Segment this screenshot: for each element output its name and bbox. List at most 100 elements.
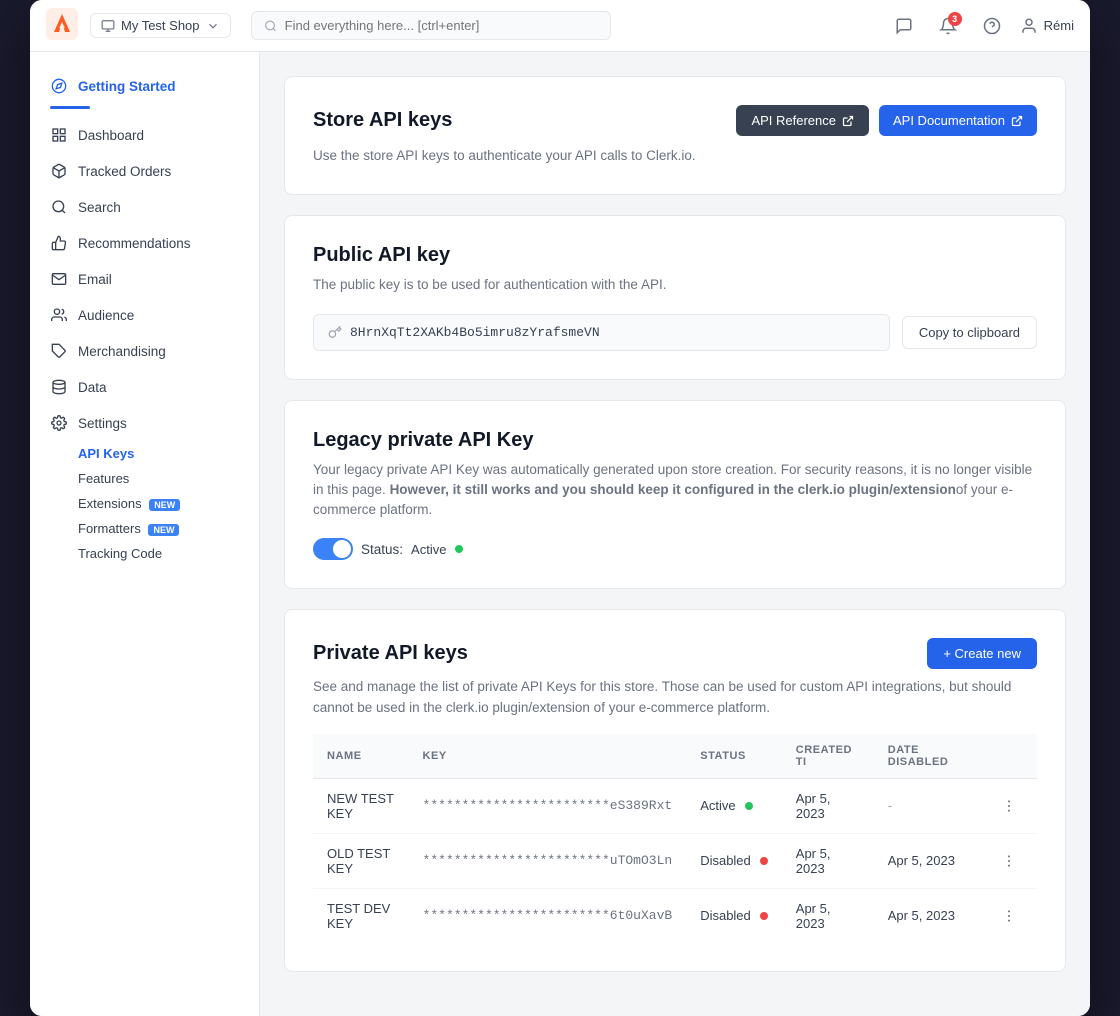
key-created-cell: Apr 5, 2023 [782,888,874,943]
sidebar-sub-label-features: Features [78,471,129,486]
key-name-cell: NEW TEST KEY [313,778,409,833]
topbar: My Test Shop 3 [30,0,1090,52]
sidebar-item-audience[interactable]: Audience [30,297,259,333]
main-layout: Getting Started Dashboard T [30,52,1090,1016]
grid-icon [50,126,68,144]
key-created-cell: Apr 5, 2023 [782,778,874,833]
store-name: My Test Shop [121,18,200,33]
status-toggle[interactable] [313,538,353,560]
sidebar-sub-label-formatters: Formatters [78,521,141,536]
settings-icon [50,414,68,432]
legacy-api-key-card: Legacy private API Key Your legacy priva… [284,400,1066,590]
status-badge: Disabled [700,853,768,868]
key-name-cell: TEST DEV KEY [313,888,409,943]
sidebar-sub-tracking-code[interactable]: Tracking Code [30,541,259,566]
sidebar-sub-extensions[interactable]: Extensions NEW [30,491,259,516]
status-dot [760,912,768,920]
sidebar-item-getting-started[interactable]: Getting Started [30,68,259,104]
private-api-keys-desc: See and manage the list of private API K… [313,677,1037,718]
key-date-disabled-cell: Apr 5, 2023 [874,888,981,943]
more-options-button[interactable] [995,902,1023,930]
search-input[interactable] [285,18,598,33]
sidebar-item-data[interactable]: Data [30,369,259,405]
copy-to-clipboard-button[interactable]: Copy to clipboard [902,316,1037,349]
public-api-key-title: Public API key [313,244,1037,267]
key-status-cell: Disabled [686,888,782,943]
more-options-button[interactable] [995,847,1023,875]
app-window: My Test Shop 3 [30,0,1090,1016]
key-more-cell [981,888,1037,943]
table-row: TEST DEV KEY ************************6t0… [313,888,1037,943]
sidebar-label-getting-started: Getting Started [78,79,176,94]
private-api-keys-title: Private API keys [313,642,468,665]
sidebar-label-tracked-orders: Tracked Orders [78,164,171,179]
chevron-down-icon [206,19,220,33]
api-docs-button[interactable]: API Documentation [879,105,1037,136]
search-bar [251,11,611,40]
store-api-keys-desc: Use the store API keys to authenticate y… [313,146,1037,166]
external-link-icon [842,115,854,127]
sidebar-sub-api-keys[interactable]: API Keys [30,441,259,466]
more-icon [1001,908,1017,924]
col-name: NAME [313,734,409,779]
table-row: NEW TEST KEY ************************eS3… [313,778,1037,833]
key-status-cell: Active [686,778,782,833]
status-badge: Active [700,798,752,813]
store-selector[interactable]: My Test Shop [90,13,231,38]
audience-icon [50,306,68,324]
key-date-disabled-cell: Apr 5, 2023 [874,833,981,888]
sidebar-item-recommendations[interactable]: Recommendations [30,225,259,261]
sidebar-item-email[interactable]: Email [30,261,259,297]
key-name-cell: OLD TEST KEY [313,833,409,888]
sidebar-item-dashboard[interactable]: Dashboard [30,117,259,153]
sidebar-item-settings[interactable]: Settings [30,405,259,441]
private-keys-table: NAME KEY STATUS CREATED TI DATE DISABLED… [313,734,1037,943]
more-options-button[interactable] [995,792,1023,820]
sidebar-label-audience: Audience [78,308,134,323]
col-actions [981,734,1037,779]
help-button[interactable] [976,10,1008,42]
user-name: Rémi [1044,18,1074,33]
sidebar-label-search: Search [78,200,121,215]
search-icon [264,19,277,33]
legacy-status-row: Status: Active [313,538,1037,560]
chat-icon [895,17,913,35]
user-icon [1020,17,1038,35]
sidebar-sub-label-extensions: Extensions [78,496,142,511]
sidebar-item-tracked-orders[interactable]: Tracked Orders [30,153,259,189]
sidebar-sub-formatters[interactable]: Formatters NEW [30,516,259,541]
topbar-actions: 3 Rémi [888,10,1074,42]
col-status: STATUS [686,734,782,779]
status-value: Active [411,542,463,557]
store-api-keys-card: Store API keys API Reference API Documen… [284,76,1066,195]
table-row: OLD TEST KEY ************************uTO… [313,833,1037,888]
legacy-api-key-title: Legacy private API Key [313,429,1037,452]
sidebar-sub-features[interactable]: Features [30,466,259,491]
public-api-key-card: Public API key The public key is to be u… [284,215,1066,379]
key-icon [328,325,342,339]
key-value-cell: ************************6t0uXavB [409,888,687,943]
logo [46,8,78,43]
status-dot [745,802,753,810]
user-button[interactable]: Rémi [1020,17,1074,35]
key-more-cell [981,833,1037,888]
chat-button[interactable] [888,10,920,42]
sidebar-label-merchandising: Merchandising [78,344,166,359]
sidebar-label-dashboard: Dashboard [78,128,144,143]
store-api-keys-title: Store API keys [313,109,452,132]
col-date-disabled: DATE DISABLED [874,734,981,779]
api-reference-button[interactable]: API Reference [736,105,869,136]
status-dot [760,857,768,865]
bell-button[interactable]: 3 [932,10,964,42]
public-api-key-box: 8HrnXqTt2XAKb4Bo5imru8zYrafsmeVN [313,314,890,351]
active-indicator [50,106,90,109]
key-created-cell: Apr 5, 2023 [782,833,874,888]
sidebar-label-recommendations: Recommendations [78,236,191,251]
public-key-value: 8HrnXqTt2XAKb4Bo5imru8zYrafsmeVN [350,325,600,340]
content-area: Store API keys API Reference API Documen… [260,52,1090,1016]
sidebar-item-search[interactable]: Search [30,189,259,225]
create-new-button[interactable]: + Create new [927,638,1037,669]
key-more-cell [981,778,1037,833]
sidebar-item-merchandising[interactable]: Merchandising [30,333,259,369]
search-nav-icon [50,198,68,216]
